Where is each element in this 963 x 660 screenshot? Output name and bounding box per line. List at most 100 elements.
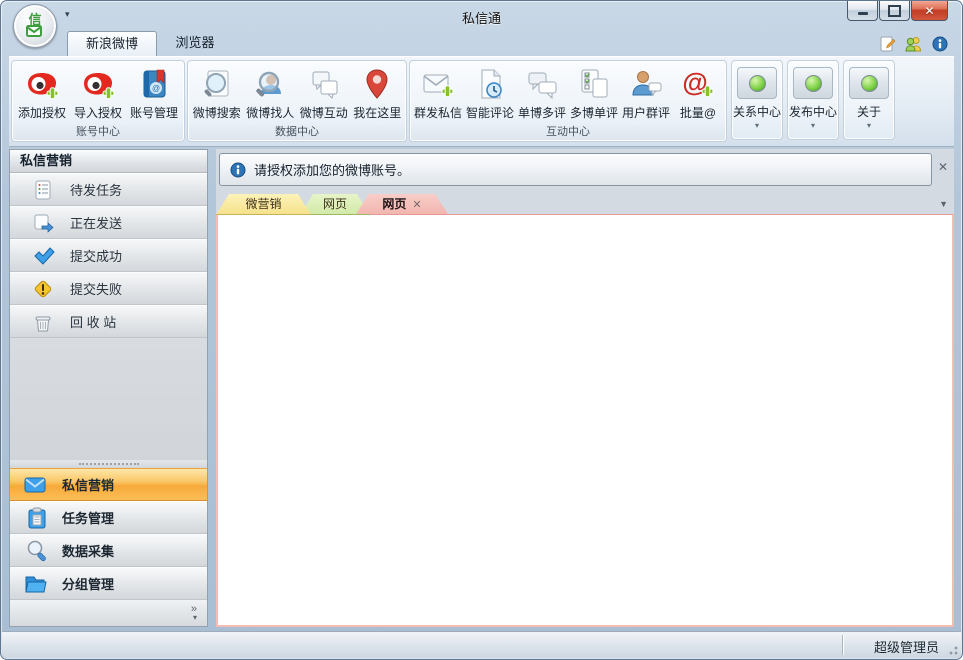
document-content[interactable]	[216, 214, 954, 627]
ribbon-group-data-center: 微博搜索 微博找人 微博互动	[187, 60, 407, 142]
screen: 信 ▾ 私信通 ✕ 新浪微博 浏览器	[0, 0, 963, 660]
sidebar: 私信营销 待发任务 正在发送 提交成功 提交失败	[9, 149, 208, 627]
nav-dm-marketing[interactable]: 私信营销	[10, 468, 207, 501]
chevron-down-icon: ▾	[193, 614, 197, 622]
sidebar-empty-area	[10, 338, 207, 460]
weibo-add-icon	[80, 66, 116, 102]
chevron-down-icon: ▾	[755, 121, 759, 130]
dropdown-label: 关系中心	[733, 103, 781, 120]
pages-icon	[306, 66, 342, 102]
document-tab-strip: 微营销 网页 网页 ✕ ▼	[216, 194, 954, 214]
main-area: 请授权添加您的微博账号。 ✕ 微营销 网页 网页✕ ▼	[216, 149, 954, 627]
chat-bubbles-icon	[524, 66, 560, 102]
submit-success-item[interactable]: 提交成功	[10, 239, 207, 272]
person-chat-icon	[628, 66, 664, 102]
tab-close-icon[interactable]: ✕	[412, 199, 421, 211]
import-auth-button[interactable]: 导入授权	[70, 63, 126, 125]
ribbon-button-label: 用户群评	[622, 104, 670, 121]
close-icon: ✕	[924, 4, 934, 18]
nav-group-manage[interactable]: 分组管理	[10, 567, 207, 600]
ribbon-tab-browser[interactable]: 浏览器	[159, 31, 231, 55]
chevron-down-icon: ▾	[867, 121, 871, 130]
weibo-find-people-button[interactable]: 微博找人	[244, 63, 298, 125]
tab-webpage-2-active[interactable]: 网页 ✕	[356, 194, 448, 214]
ribbon-button-label: 添加授权	[18, 104, 66, 121]
ribbon-button-label: 微博互动	[300, 104, 348, 121]
multi-post-single-comment-button[interactable]: 多博单评	[568, 63, 620, 125]
info-bar-close-icon[interactable]: ✕	[935, 159, 951, 175]
app-menu-button[interactable]: 信	[13, 4, 57, 48]
ribbon-group-label: 数据中心	[189, 125, 405, 140]
im-here-button[interactable]: 我在这里	[351, 63, 405, 125]
relation-center-dropdown[interactable]: 关系中心 ▾	[731, 60, 783, 140]
minimize-icon	[858, 12, 868, 15]
minimize-button[interactable]	[847, 1, 878, 21]
sidebar-header: 私信营销	[10, 150, 207, 173]
nav-task-manage[interactable]: 任务管理	[10, 501, 207, 534]
green-orb-icon	[849, 67, 889, 99]
checklist-icon	[576, 66, 612, 102]
maximize-icon	[888, 5, 901, 17]
user-group-comment-button[interactable]: 用户群评	[620, 63, 672, 125]
sending-icon	[32, 212, 54, 234]
tab-label: 网页	[323, 197, 347, 211]
edit-note-icon[interactable]	[879, 35, 896, 52]
tab-list-dropdown-icon[interactable]: ▼	[939, 199, 948, 209]
resize-grip[interactable]	[946, 643, 958, 655]
ribbon-button-label: 群发私信	[414, 104, 462, 121]
ribbon-group-interaction-center: 群发私信 智能评论 单博多评	[409, 60, 727, 142]
ribbon-button-label: 账号管理	[130, 104, 178, 121]
success-check-icon	[32, 245, 54, 267]
submit-fail-item[interactable]: 提交失败	[10, 272, 207, 305]
ribbon-group-account-center: 添加授权 导入授权 @ 账号管理 账号中心	[11, 60, 185, 142]
svg-text:信: 信	[28, 12, 41, 27]
batch-at-button[interactable]: @ 批量@	[672, 63, 724, 125]
window-title: 私信通	[1, 8, 962, 27]
ribbon-tab-sina-weibo[interactable]: 新浪微博	[67, 31, 157, 56]
account-manage-button[interactable]: @ 账号管理	[126, 63, 182, 125]
app-window: 信 ▾ 私信通 ✕ 新浪微博 浏览器	[0, 0, 963, 660]
nav-item-label: 数据采集	[62, 541, 114, 560]
folder-icon	[24, 572, 50, 596]
recycle-bin-item[interactable]: 回 收 站	[10, 305, 207, 338]
nav-item-label: 分组管理	[62, 574, 114, 593]
ribbon-button-label: 批量@	[680, 104, 716, 121]
close-button[interactable]: ✕	[911, 1, 948, 21]
weibo-search-button[interactable]: 微博搜索	[190, 63, 244, 125]
at-add-icon: @	[680, 66, 716, 102]
nav-item-label: 任务管理	[62, 508, 114, 527]
sidebar-more-button[interactable]: » ▾	[10, 600, 207, 626]
chevron-down-icon: ▾	[811, 121, 815, 130]
sidebar-item-label: 正在发送	[70, 213, 122, 232]
maximize-button[interactable]	[879, 1, 910, 21]
search-person-icon	[252, 66, 288, 102]
smart-comment-button[interactable]: 智能评论	[464, 63, 516, 125]
search-page-icon	[199, 66, 235, 102]
titlebar[interactable]: 信 ▾ 私信通 ✕	[1, 1, 962, 31]
ribbon-button-label: 微博找人	[246, 104, 294, 121]
app-logo-icon: 信	[20, 11, 50, 41]
ribbon: 添加授权 导入授权 @ 账号管理 账号中心	[9, 56, 954, 147]
green-orb-icon	[737, 67, 777, 99]
tab-label: 网页	[382, 197, 406, 211]
address-book-icon: @	[136, 66, 172, 102]
sidebar-splitter[interactable]	[10, 460, 207, 468]
mass-dm-button[interactable]: 群发私信	[412, 63, 464, 125]
ribbon-group-label: 互动中心	[411, 125, 725, 140]
sending-item[interactable]: 正在发送	[10, 206, 207, 239]
single-post-multi-comment-button[interactable]: 单博多评	[516, 63, 568, 125]
weibo-interact-button[interactable]: 微博互动	[297, 63, 351, 125]
publish-center-dropdown[interactable]: 发布中心 ▾	[787, 60, 839, 140]
pending-tasks-item[interactable]: 待发任务	[10, 173, 207, 206]
add-auth-button[interactable]: 添加授权	[14, 63, 70, 125]
info-icon[interactable]	[931, 35, 948, 52]
users-icon[interactable]	[905, 35, 922, 52]
status-bar: 超级管理员	[2, 631, 961, 658]
sidebar-item-label: 提交成功	[70, 246, 122, 265]
tab-wei-marketing[interactable]: 微营销	[216, 194, 311, 215]
ribbon-tab-row: 新浪微博 浏览器	[9, 31, 954, 56]
weibo-add-icon	[24, 66, 60, 102]
nav-data-collect[interactable]: 数据采集	[10, 534, 207, 567]
about-dropdown[interactable]: 关于 ▾	[843, 60, 895, 140]
sidebar-item-label: 回 收 站	[70, 312, 116, 331]
